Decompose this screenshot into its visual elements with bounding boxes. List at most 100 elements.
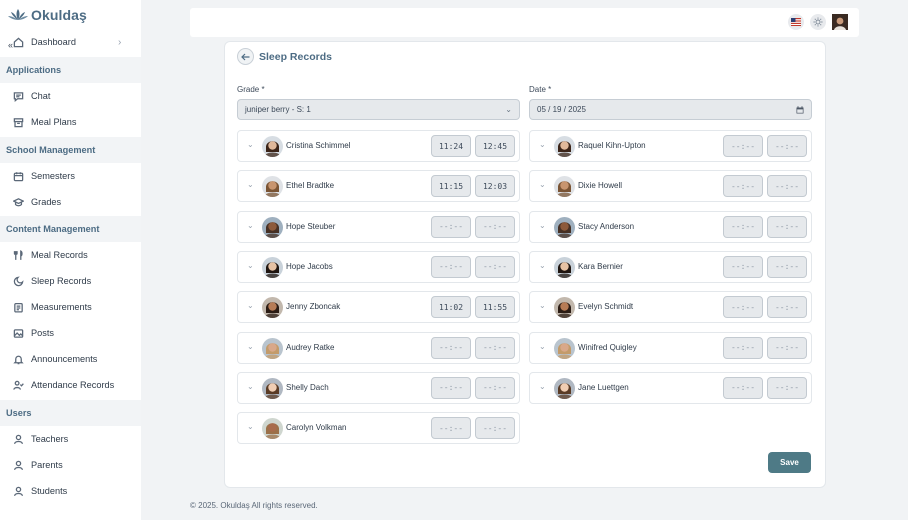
sidebar-item-grades[interactable]: Grades	[0, 189, 141, 215]
chevron-down-icon[interactable]: ⌄	[539, 301, 546, 310]
language-flag-icon[interactable]	[788, 14, 804, 30]
sleep-start-time-input[interactable]: --:--	[723, 336, 763, 359]
chevron-down-icon[interactable]: ⌄	[247, 180, 254, 189]
sidebar-item-label: Parents	[31, 460, 63, 470]
student-name: Hope Steuber	[286, 221, 336, 231]
sidebar-item-parents[interactable]: Parents	[0, 452, 141, 478]
sleep-end-time-input[interactable]: --:--	[767, 296, 807, 319]
sleep-end-time-input[interactable]: 12:45	[475, 135, 515, 157]
student-photo-icon	[554, 256, 575, 278]
chevron-down-icon[interactable]: ⌄	[539, 382, 546, 391]
chevron-down-icon[interactable]: ⌄	[247, 382, 254, 391]
chevron-down-icon[interactable]: ⌄	[247, 261, 254, 270]
sleep-end-time-input[interactable]: --:--	[475, 336, 515, 359]
sidebar-item-dashboard[interactable]: Dashboard ›	[0, 29, 141, 55]
sidebar-item-measurements[interactable]: Measurements	[0, 294, 141, 320]
sidebar-item-label: Teachers	[31, 434, 69, 444]
sidebar-item-meal-plans[interactable]: Meal Plans	[0, 109, 141, 135]
chevron-down-icon[interactable]: ⌄	[247, 221, 254, 230]
student-row[interactable]: ⌄ Evelyn Schmidt --:-- --:--	[529, 291, 812, 324]
student-row[interactable]: ⌄ Cristina Schimmel 11:24 12:45	[237, 130, 520, 162]
sleep-start-time-input[interactable]: --:--	[723, 135, 763, 157]
student-row[interactable]: ⌄ Carolyn Volkman --:-- --:--	[237, 412, 520, 445]
sleep-end-time-input[interactable]: --:--	[767, 376, 807, 399]
student-row[interactable]: ⌄ Kara Bernier --:-- --:--	[529, 250, 812, 283]
sleep-end-time-input[interactable]: --:--	[475, 417, 515, 440]
sleep-start-time-input[interactable]: 11:02	[431, 296, 471, 319]
chevron-down-icon[interactable]: ⌄	[539, 180, 546, 189]
user-check-icon	[13, 380, 24, 390]
theme-toggle-sun-icon[interactable]	[810, 14, 826, 30]
sidebar-item-posts[interactable]: Posts	[0, 320, 141, 346]
lotus-logo-icon	[8, 9, 28, 20]
student-row[interactable]: ⌄ Shelly Dach --:-- --:--	[237, 371, 520, 404]
sidebar-item-label: Meal Plans	[31, 117, 77, 127]
chevron-down-icon[interactable]: ⌄	[247, 301, 254, 310]
sleep-start-time-input[interactable]: 11:24	[431, 135, 471, 157]
student-row[interactable]: ⌄ Winifred Quigley --:-- --:--	[529, 331, 812, 364]
brand[interactable]: Okuldaş	[0, 0, 141, 30]
student-photo-icon	[262, 297, 283, 319]
sidebar-item-meal-records[interactable]: Meal Records	[0, 242, 141, 268]
sidebar-item-students[interactable]: Students	[0, 478, 141, 504]
sidebar-item-label: Posts	[31, 328, 54, 338]
student-row[interactable]: ⌄ Dixie Howell --:-- --:--	[529, 170, 812, 203]
chevron-down-icon[interactable]: ⌄	[247, 422, 254, 431]
section-applications: Applications	[0, 57, 141, 83]
grade-select[interactable]: juniper berry - S: 1 ⌄	[237, 99, 520, 120]
sleep-start-time-input[interactable]: --:--	[431, 215, 471, 238]
chevron-down-icon[interactable]: ⌄	[539, 221, 546, 230]
calendar-icon[interactable]	[796, 106, 804, 114]
sidebar-item-sleep-records[interactable]: Sleep Records	[0, 268, 141, 294]
sleep-end-time-input[interactable]: --:--	[767, 336, 807, 359]
sleep-end-time-input[interactable]: --:--	[475, 215, 515, 238]
sleep-start-time-input[interactable]: --:--	[723, 175, 763, 198]
sidebar-item-teachers[interactable]: Teachers	[0, 426, 141, 452]
student-row[interactable]: ⌄ Jenny Zboncak 11:02 11:55	[237, 291, 520, 324]
sleep-start-time-input[interactable]: --:--	[723, 296, 763, 319]
student-row[interactable]: ⌄ Ethel Bradtke 11:15 12:03	[237, 170, 520, 203]
sleep-start-time-input[interactable]: --:--	[431, 376, 471, 399]
sleep-end-time-input[interactable]: --:--	[475, 376, 515, 399]
sidebar-item-chat[interactable]: Chat	[0, 83, 141, 109]
sleep-start-time-input[interactable]: --:--	[431, 255, 471, 278]
sleep-end-time-input[interactable]: --:--	[767, 135, 807, 157]
student-avatar	[262, 377, 283, 399]
user-icon	[14, 434, 23, 444]
chevron-down-icon[interactable]: ⌄	[539, 261, 546, 270]
student-row[interactable]: ⌄ Audrey Ratke --:-- --:--	[237, 331, 520, 364]
student-avatar	[554, 136, 575, 157]
student-avatar	[554, 377, 575, 399]
sleep-end-time-input[interactable]: --:--	[475, 255, 515, 278]
sidebar-item-attendance-records[interactable]: Attendance Records	[0, 372, 141, 398]
sleep-end-time-input[interactable]: --:--	[767, 215, 807, 238]
sidebar-item-announcements[interactable]: Announcements	[0, 346, 141, 372]
chevron-down-icon[interactable]: ⌄	[247, 140, 254, 149]
back-button[interactable]	[237, 48, 254, 65]
sleep-end-time-input[interactable]: 12:03	[475, 175, 515, 198]
student-avatar	[554, 297, 575, 319]
date-input[interactable]: 05 / 19 / 2025	[529, 99, 812, 120]
sleep-start-time-input[interactable]: --:--	[723, 255, 763, 278]
chevron-down-icon[interactable]: ⌄	[539, 342, 546, 351]
sleep-end-time-input[interactable]: --:--	[767, 255, 807, 278]
sleep-end-time-input[interactable]: 11:55	[475, 296, 515, 319]
student-row[interactable]: ⌄ Raquel Kihn-Upton --:-- --:--	[529, 130, 812, 162]
sleep-end-time-input[interactable]: --:--	[767, 175, 807, 198]
sidebar-item-label: Chat	[31, 91, 51, 101]
sleep-start-time-input[interactable]: --:--	[431, 417, 471, 440]
sleep-start-time-input[interactable]: --:--	[431, 336, 471, 359]
sidebar-item-semesters[interactable]: Semesters	[0, 163, 141, 189]
chevron-down-icon[interactable]: ⌄	[247, 342, 254, 351]
calendar-icon	[13, 171, 24, 181]
student-row[interactable]: ⌄ Hope Jacobs --:-- --:--	[237, 250, 520, 283]
save-button[interactable]: Save	[768, 452, 811, 473]
student-row[interactable]: ⌄ Stacy Anderson --:-- --:--	[529, 210, 812, 243]
user-avatar[interactable]	[832, 14, 848, 30]
sleep-start-time-input[interactable]: 11:15	[431, 175, 471, 198]
sleep-start-time-input[interactable]: --:--	[723, 215, 763, 238]
student-row[interactable]: ⌄ Hope Steuber --:-- --:--	[237, 210, 520, 243]
chevron-down-icon[interactable]: ⌄	[539, 140, 546, 149]
sleep-start-time-input[interactable]: --:--	[723, 376, 763, 399]
student-row[interactable]: ⌄ Jane Luettgen --:-- --:--	[529, 371, 812, 404]
